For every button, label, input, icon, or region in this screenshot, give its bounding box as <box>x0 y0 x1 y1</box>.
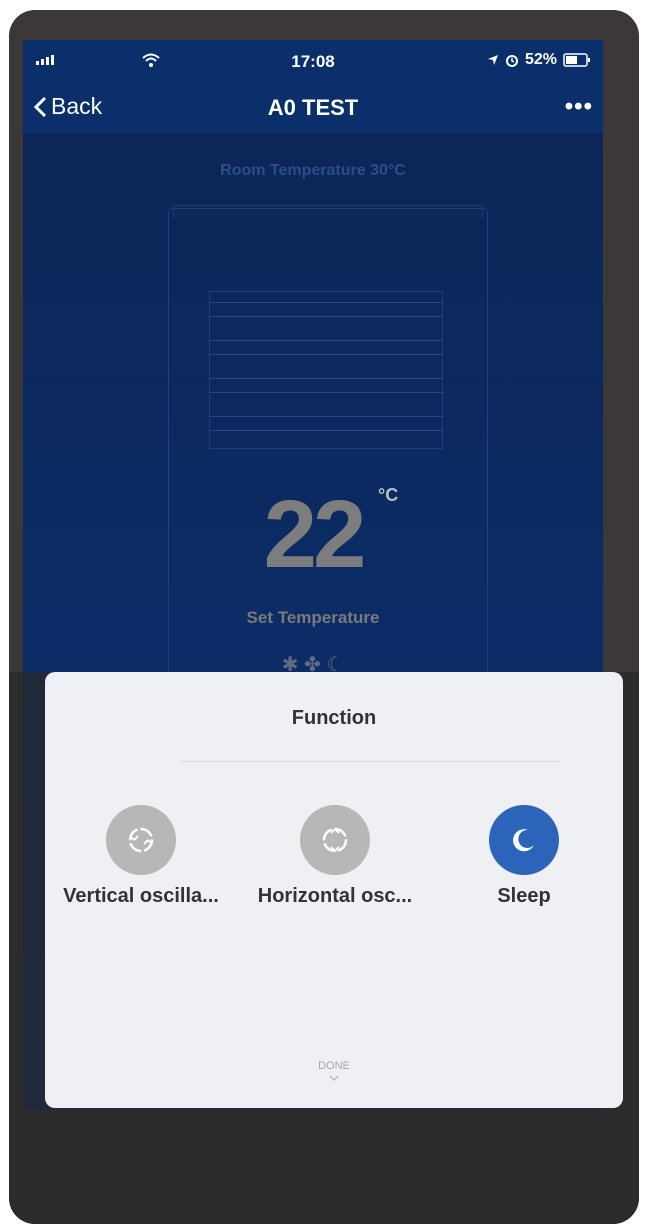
chevron-down-icon <box>329 1075 339 1081</box>
done-button[interactable]: DONE <box>45 1060 623 1084</box>
vent-line <box>209 340 443 341</box>
function-sheet: Function Vertical oscilla... Horizontal … <box>45 672 623 1108</box>
status-bar: 17:08 52% <box>23 40 603 84</box>
more-button[interactable]: ••• <box>565 93 593 121</box>
vent-line <box>209 378 443 379</box>
sheet-title: Function <box>291 707 377 729</box>
nav-bar: Back A0 TEST ••• <box>23 84 603 134</box>
horizontal-oscillation-icon <box>322 827 348 853</box>
sleep-button[interactable] <box>489 805 559 875</box>
function-label: Sleep <box>497 885 551 907</box>
alarm-icon <box>505 55 518 67</box>
battery-percent: 52% <box>524 51 557 68</box>
vent-line <box>209 302 443 303</box>
vertical-oscillation-icon <box>128 827 154 853</box>
function-label: Horizontal osc... <box>257 885 413 907</box>
done-label: DONE <box>318 1060 350 1072</box>
page-title: A0 TEST <box>267 95 359 120</box>
vent-line <box>209 316 443 317</box>
set-temperature-value: 22 <box>263 481 367 588</box>
moon-icon <box>513 829 534 852</box>
ac-vents <box>209 291 443 449</box>
function-vertical-oscillation[interactable]: Vertical oscilla... <box>41 805 241 908</box>
vertical-oscillation-button[interactable] <box>106 805 176 875</box>
horizontal-oscillation-button[interactable] <box>300 805 370 875</box>
set-temperature-label: Set Temperature <box>246 608 380 627</box>
function-label: Vertical oscilla... <box>63 885 219 907</box>
vent-line <box>209 354 443 355</box>
battery-icon <box>563 53 590 67</box>
location-icon <box>487 55 498 65</box>
sheet-divider <box>180 761 561 762</box>
room-temperature: Room Temperature 30°C <box>220 162 406 179</box>
function-horizontal-oscillation[interactable]: Horizontal osc... <box>235 805 435 908</box>
status-right: 52% <box>487 51 591 69</box>
temperature-unit: °C <box>378 485 399 505</box>
ac-unit-top <box>173 205 483 218</box>
function-sleep[interactable]: Sleep <box>424 805 624 908</box>
vent-line <box>209 392 443 393</box>
vent-line <box>209 416 443 417</box>
vent-line <box>209 430 443 431</box>
